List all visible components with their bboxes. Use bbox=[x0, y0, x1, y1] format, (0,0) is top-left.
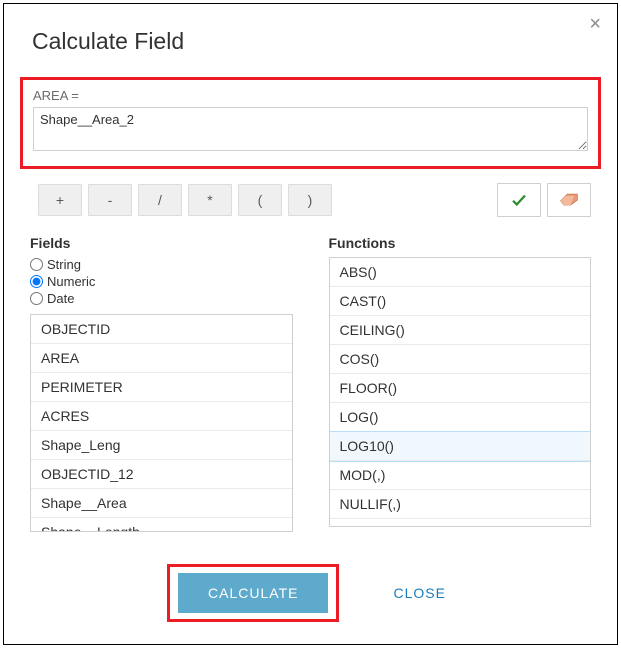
list-item[interactable]: LOG() bbox=[330, 403, 591, 432]
close-button[interactable]: CLOSE bbox=[385, 573, 453, 613]
target-field-label: AREA = bbox=[33, 88, 588, 103]
functions-panel-title: Functions bbox=[329, 235, 592, 251]
calculate-button[interactable]: CALCULATE bbox=[178, 573, 328, 613]
list-item[interactable]: CAST() bbox=[330, 287, 591, 316]
dialog-title: Calculate Field bbox=[32, 28, 591, 55]
dialog-footer: CALCULATE CLOSE bbox=[4, 564, 617, 622]
expression-input[interactable]: Shape__Area_2 bbox=[33, 107, 588, 151]
operator-minus-button[interactable]: - bbox=[88, 184, 132, 216]
operator-rparen-button[interactable]: ) bbox=[288, 184, 332, 216]
list-item[interactable]: CEILING() bbox=[330, 316, 591, 345]
eraser-icon bbox=[559, 192, 579, 208]
list-item[interactable]: NULLIF(,) bbox=[330, 490, 591, 519]
filter-date-radio[interactable] bbox=[30, 292, 43, 305]
filter-string-radio[interactable] bbox=[30, 258, 43, 271]
list-item[interactable]: ACRES bbox=[31, 402, 292, 431]
list-item[interactable]: OBJECTID_12 bbox=[31, 460, 292, 489]
list-item[interactable]: AREA bbox=[31, 344, 292, 373]
list-item[interactable]: FLOOR() bbox=[330, 374, 591, 403]
fields-listbox[interactable]: OBJECTIDAREAPERIMETERACRESShape_LengOBJE… bbox=[30, 314, 293, 532]
list-item[interactable]: MOD(,) bbox=[330, 461, 591, 490]
calculate-highlight: CALCULATE bbox=[167, 564, 339, 622]
list-item[interactable]: LOG10() bbox=[330, 432, 591, 461]
functions-panel: Functions ABS()CAST()CEILING()COS()FLOOR… bbox=[329, 235, 592, 532]
operator-row: + - / * ( ) bbox=[30, 183, 591, 217]
list-item[interactable]: ABS() bbox=[330, 258, 591, 287]
list-item[interactable]: Shape__Area bbox=[31, 489, 292, 518]
filter-date[interactable]: Date bbox=[30, 291, 293, 306]
list-item[interactable]: Shape__Length bbox=[31, 518, 292, 532]
calculate-field-dialog: × Calculate Field AREA = Shape__Area_2 +… bbox=[3, 3, 618, 645]
operator-lparen-button[interactable]: ( bbox=[238, 184, 282, 216]
fields-panel: Fields String Numeric Date OBJECTIDAREAP… bbox=[30, 235, 293, 532]
filter-string-label: String bbox=[47, 257, 81, 272]
check-icon bbox=[510, 191, 528, 209]
operator-plus-button[interactable]: + bbox=[38, 184, 82, 216]
list-item[interactable]: COS() bbox=[330, 345, 591, 374]
list-item[interactable]: Shape_Leng bbox=[31, 431, 292, 460]
fields-panel-title: Fields bbox=[30, 235, 293, 251]
field-type-filter: String Numeric Date bbox=[30, 257, 293, 306]
close-icon[interactable]: × bbox=[589, 14, 601, 34]
operator-divide-button[interactable]: / bbox=[138, 184, 182, 216]
filter-date-label: Date bbox=[47, 291, 74, 306]
filter-numeric-radio[interactable] bbox=[30, 275, 43, 288]
panels-row: Fields String Numeric Date OBJECTIDAREAP… bbox=[30, 235, 591, 532]
filter-string[interactable]: String bbox=[30, 257, 293, 272]
list-item[interactable]: PERIMETER bbox=[31, 373, 292, 402]
clear-button[interactable] bbox=[547, 183, 591, 217]
filter-numeric[interactable]: Numeric bbox=[30, 274, 293, 289]
list-item[interactable]: POWER(,) bbox=[330, 519, 591, 527]
filter-numeric-label: Numeric bbox=[47, 274, 95, 289]
functions-listbox[interactable]: ABS()CAST()CEILING()COS()FLOOR()LOG()LOG… bbox=[329, 257, 592, 527]
list-item[interactable]: OBJECTID bbox=[31, 315, 292, 344]
validate-button[interactable] bbox=[497, 183, 541, 217]
operator-multiply-button[interactable]: * bbox=[188, 184, 232, 216]
expression-highlight: AREA = Shape__Area_2 bbox=[20, 77, 601, 169]
